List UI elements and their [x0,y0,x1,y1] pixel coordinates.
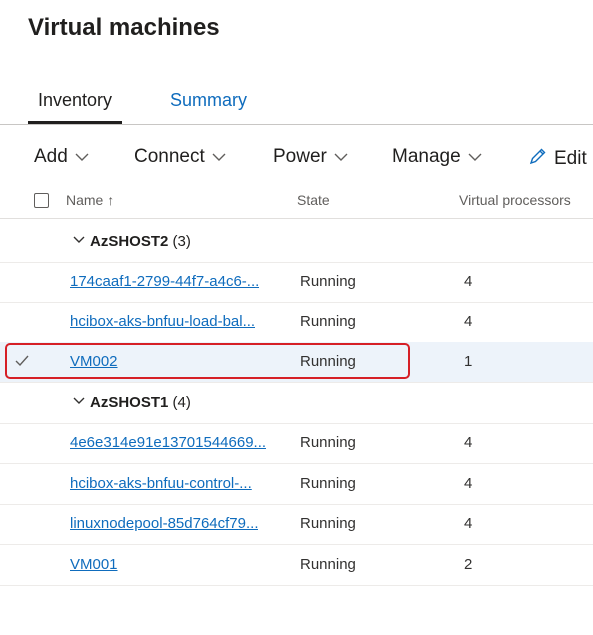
tab-bar: Inventory Summary [0,84,593,125]
power-button[interactable]: Power [273,146,349,168]
checkmark-icon[interactable] [14,354,30,368]
edit-button[interactable]: Edit [528,146,587,170]
table-row-selected[interactable]: VM002 Running 1 [0,342,593,383]
vm-name-link[interactable]: 174caaf1-2799-44f7-a4c6-... [70,273,259,290]
connect-button[interactable]: Connect [134,146,227,168]
add-label: Add [34,146,68,167]
chevron-down-icon [75,153,89,161]
table-row[interactable]: 174caaf1-2799-44f7-a4c6-... Running 4 [0,262,593,303]
chevron-down-icon [468,153,482,161]
group-count: (3) [172,233,191,250]
vm-state: Running [300,273,356,290]
vm-state: Running [300,475,356,492]
vm-name-link[interactable]: 4e6e314e91e13701544669... [70,434,266,451]
chevron-down-icon [73,397,85,404]
group-count: (4) [172,394,191,411]
column-name[interactable]: Name ↑ [66,192,114,208]
group-host: AzSHOST2 [90,233,169,250]
vm-state: Running [300,515,356,532]
table-row[interactable]: 4e6e314e91e13701544669... Running 4 [0,423,593,464]
chevron-down-icon [212,153,226,161]
vm-virtual-processors: 4 [464,475,473,492]
table-row[interactable]: linuxnodepool-85d764cf79... Running 4 [0,504,593,545]
vm-name-link[interactable]: VM001 [70,556,118,573]
vm-virtual-processors: 4 [464,313,473,330]
vm-state: Running [300,434,356,451]
select-all-checkbox[interactable] [34,193,49,208]
group-name: AzSHOST2 (3) [90,233,191,250]
vm-state: Running [300,353,356,370]
column-header: Name ↑ State Virtual processors [0,186,593,219]
vm-virtual-processors: 4 [464,434,473,451]
group-host: AzSHOST1 [90,394,169,411]
add-button[interactable]: Add [34,146,90,168]
connect-label: Connect [134,146,205,167]
manage-label: Manage [392,146,461,167]
group-name: AzSHOST1 (4) [90,394,191,411]
vm-name-link[interactable]: linuxnodepool-85d764cf79... [70,515,258,532]
column-state[interactable]: State [297,192,330,208]
chevron-down-icon [73,236,85,243]
vm-state: Running [300,556,356,573]
vm-virtual-processors: 1 [464,353,473,370]
manage-button[interactable]: Manage [392,146,483,168]
power-label: Power [273,146,327,167]
toolbar: Add Connect Power Manage Edit [0,140,593,176]
vm-virtual-processors: 4 [464,273,473,290]
chevron-down-icon [334,153,348,161]
tab-summary[interactable]: Summary [160,88,257,121]
table-row[interactable]: VM001 Running 2 [0,545,593,586]
column-virtual-processors[interactable]: Virtual processors [459,192,571,208]
vm-virtual-processors: 2 [464,556,473,573]
group-row-azshost2[interactable]: AzSHOST2 (3) [0,222,593,263]
group-row-azshost1[interactable]: AzSHOST1 (4) [0,383,593,424]
tab-inventory[interactable]: Inventory [28,88,123,124]
vm-state: Running [300,313,356,330]
pencil-icon [529,148,546,165]
vm-name-link[interactable]: hcibox-aks-bnfuu-control-... [70,475,252,492]
vm-name-link[interactable]: VM002 [70,353,118,370]
table-row[interactable]: hcibox-aks-bnfuu-control-... Running 4 [0,464,593,505]
vm-virtual-processors: 4 [464,515,473,532]
edit-label: Edit [554,148,587,169]
vm-name-link[interactable]: hcibox-aks-bnfuu-load-bal... [70,313,255,330]
table-row[interactable]: hcibox-aks-bnfuu-load-bal... Running 4 [0,302,593,343]
page-title: Virtual machines [28,14,220,41]
